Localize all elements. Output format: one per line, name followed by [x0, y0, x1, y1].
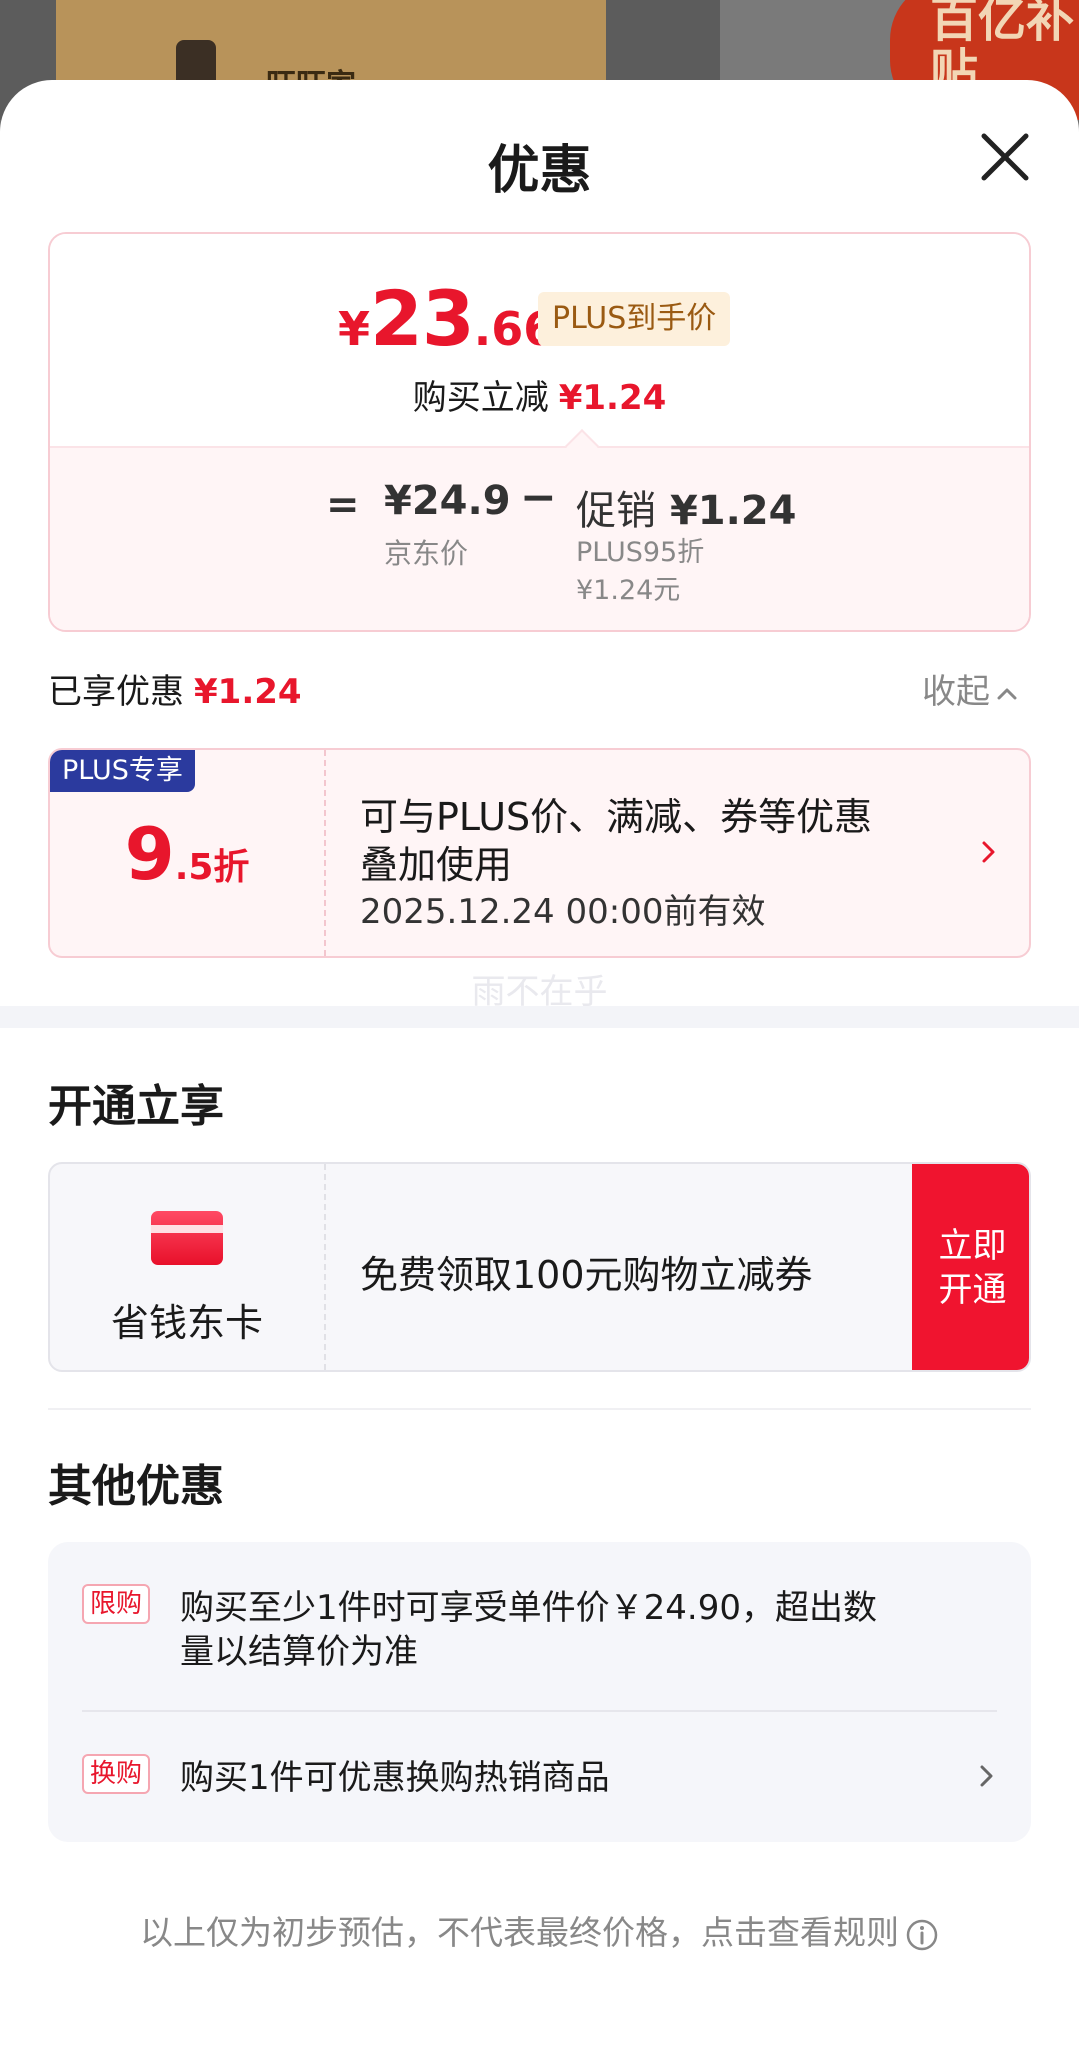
- exchange-tag: 换购: [82, 1754, 151, 1794]
- coupon-validity: 2025.12.24 00:00前有效: [360, 892, 766, 932]
- chevron-right-icon: [982, 841, 995, 863]
- coupon-divider: [324, 750, 326, 956]
- promo-label: 促销: [576, 488, 656, 534]
- discount-integer: 9: [124, 812, 175, 896]
- instant-reduce-amount: ¥1.24: [558, 378, 667, 418]
- instant-reduce-label: 购买立减: [412, 378, 549, 418]
- open-now-label-line1: 立即: [938, 1226, 1007, 1266]
- promo-discount-label: PLUS95折: [576, 537, 705, 568]
- plus-price-tag: PLUS到手价: [538, 292, 731, 346]
- card-name: 省钱东卡: [110, 1301, 263, 1345]
- exchange-text: 购买1件可优惠换购热销商品: [180, 1758, 610, 1798]
- close-icon: [981, 133, 1029, 181]
- promo-amount: ¥1.24: [669, 488, 797, 534]
- chevron-right-icon: [980, 1765, 993, 1787]
- price-summary: ¥23.66 PLUS到手价 购买立减 ¥1.24: [50, 234, 1029, 446]
- jd-price-label: 京东价: [384, 537, 469, 570]
- enjoyed-discount: 已享优惠 ¥1.24: [48, 664, 302, 713]
- rules-note-text: 以上仅为初步预估，不代表最终价格，点击查看规则: [140, 1913, 899, 1952]
- open-now-label-line2: 开通: [938, 1270, 1007, 1310]
- offers-sheet: 优惠 ¥23.66 PLUS到手价 购买立减 ¥1.24 = ¥24.9 京东价 …: [0, 80, 1079, 2070]
- plus-discount-value: 9.5折: [50, 812, 324, 896]
- section-separator: [0, 1006, 1079, 1028]
- limit-purchase-text-line1: 购买至少1件时可享受单件价￥24.90，超出数: [180, 1588, 877, 1628]
- final-price-integer: 23: [370, 274, 475, 363]
- card-icon: [151, 1211, 223, 1265]
- final-price-currency: ¥: [338, 302, 371, 356]
- plus-exclusive-badge: PLUS专享: [50, 750, 195, 792]
- discount-decimal: .5折: [174, 847, 250, 888]
- limit-purchase-text-line2: 量以结算价为准: [180, 1632, 418, 1672]
- close-button[interactable]: [976, 128, 1034, 186]
- open-section-title: 开通立享: [48, 1081, 224, 1132]
- rules-link[interactable]: 以上仅为初步预估，不代表最终价格，点击查看规则: [0, 1906, 1079, 1954]
- membership-card-offer: 省钱东卡 免费领取100元购物立减券 立即 开通: [48, 1162, 1031, 1372]
- instant-reduce-line: 购买立减 ¥1.24: [50, 370, 1029, 419]
- price-breakdown-card: ¥23.66 PLUS到手价 购买立减 ¥1.24 = ¥24.9 京东价 − 促…: [48, 232, 1031, 632]
- card-offer-text: 免费领取100元购物立减券: [360, 1253, 813, 1297]
- collapse-label: 收起: [922, 672, 990, 712]
- info-icon: [906, 1919, 938, 1950]
- equals-sign: =: [326, 482, 360, 528]
- other-offers-card: 限购 购买至少1件时可享受单件价￥24.90，超出数 量以结算价为准 换购 购买…: [48, 1542, 1031, 1842]
- open-now-button[interactable]: 立即 开通: [912, 1164, 1029, 1370]
- collapse-toggle[interactable]: 收起: [922, 664, 1020, 713]
- promo-discount-amount: ¥1.24元: [576, 575, 681, 606]
- card-divider: [324, 1164, 326, 1370]
- limit-purchase-tag: 限购: [82, 1584, 151, 1624]
- divider: [48, 1408, 1031, 1410]
- enjoyed-label: 已享优惠: [48, 672, 184, 712]
- exchange-offer-row[interactable]: 换购 购买1件可优惠换购热销商品: [48, 1712, 1031, 1842]
- promo-value: 促销 ¥1.24: [576, 478, 796, 536]
- enjoyed-amount: ¥1.24: [194, 672, 302, 712]
- other-section-title: 其他优惠: [48, 1461, 224, 1512]
- jd-price-value: ¥24.9: [384, 478, 511, 524]
- sheet-title: 优惠: [487, 141, 592, 201]
- plus-coupon-card[interactable]: PLUS专享 9.5折 可与PLUS价、满减、券等优惠 叠加使用 2025.12…: [48, 748, 1031, 958]
- final-price: ¥23.66: [338, 274, 555, 363]
- chevron-up-icon: [997, 688, 1017, 699]
- coupon-description-line1: 可与PLUS价、满减、券等优惠: [360, 795, 873, 839]
- coupon-description-line2: 叠加使用: [360, 843, 513, 887]
- minus-sign: −: [520, 472, 557, 523]
